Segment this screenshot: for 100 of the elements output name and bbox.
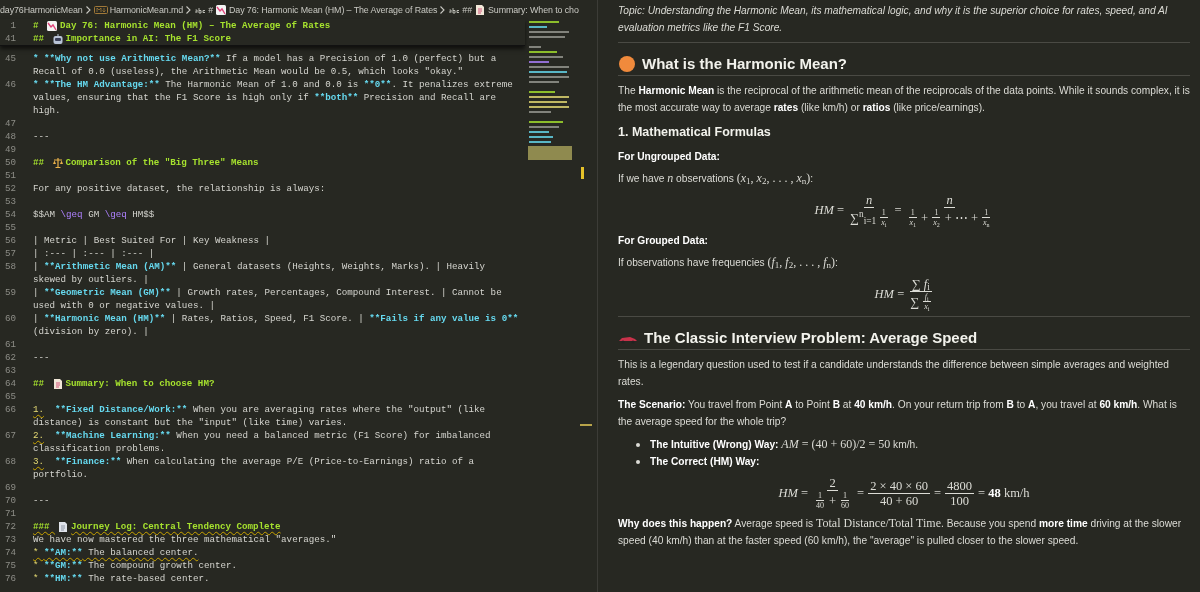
- code-text: | **Geometric Mean (GM)** | Growth rates, Percentages, Compound Interest. | Cannot be: [33, 286, 502, 299]
- markdown-file-icon: [93, 4, 108, 15]
- code-text: ---: [33, 130, 50, 143]
- code-text: 3. **Finance:** When calculating the average P/E (Price-to-Earnings) ratio of a: [33, 455, 475, 468]
- chevron-icon: [84, 4, 92, 15]
- section-heading: The Classic Interview Problem: Average Speed: [644, 328, 978, 347]
- line-number: 63: [3, 364, 16, 377]
- code-text: Importance in AI: The F1 Score: [65, 32, 231, 45]
- line-number: 76: [3, 572, 16, 585]
- line-number: 54: [3, 208, 16, 221]
- robot-icon: [51, 32, 64, 45]
- line-number: 69: [3, 481, 16, 494]
- string-symbol-icon: [194, 5, 207, 14]
- code-text: $$AM \geq GM \geq HM$$: [33, 208, 155, 221]
- code-text: 2. **Machine Learning:** When you need a balanced metric (F1 Score) for imbalanced: [33, 429, 491, 442]
- line-number: 45: [3, 52, 16, 66]
- code-text: * **AM:** The balanced center.: [33, 546, 199, 559]
- bullet-icon: [636, 459, 640, 464]
- line-number: 57: [3, 247, 16, 260]
- code-text: Recall of 0.0 (useless), the Arithmetic Mean would be 0.5, which looks "okay.": [33, 65, 464, 78]
- line-number: 41: [3, 32, 16, 45]
- scale-icon: [51, 156, 64, 169]
- code-text: Day 76: Harmonic Mean (HM) – The Average of Rates: [60, 19, 331, 32]
- line-number: 64: [3, 377, 16, 390]
- code-text: used with 0 or negative values. |: [33, 299, 215, 312]
- code-text: | **Harmonic Mean (HM)** | Rates, Ratios, Speed, F1 Score. | **Fails if any value is 0**: [33, 312, 519, 325]
- line-number: 47: [3, 117, 16, 130]
- code-text: ##: [33, 156, 46, 169]
- code-text: classification problems.: [33, 442, 166, 455]
- section-heading: What is the Harmonic Mean?: [642, 54, 848, 73]
- line-number: 62: [3, 351, 16, 364]
- line-number: 56: [3, 234, 16, 247]
- code-text: distance) is constant but the "input" (like time) varies.: [33, 416, 348, 429]
- heading-level-text: #: [208, 4, 213, 15]
- code-text: * **The HM Advantage:** The Harmonic Mean of 1.0 and 0.0 is **0**. It penalizes extreme: [33, 78, 513, 91]
- paragraph: The Scenario: You travel from Point A to Point B at 40 km/h. On your return trip from B to A, you travel at 60 km/h. What is the average speed for the whole trip?: [618, 398, 1178, 429]
- line-number: 52: [3, 182, 16, 195]
- line-number: 61: [3, 338, 16, 351]
- code-text: ##: [33, 32, 46, 45]
- bullet-icon: [636, 442, 640, 447]
- code-text: skewed by outliers. |: [33, 273, 149, 286]
- code-text: | :--- | :--- | :--- |: [33, 247, 155, 260]
- line-number: 75: [3, 559, 16, 572]
- paragraph: If observations have frequencies (f$_{1}$, f$_{2}$, . . . , f$_{n}$):: [618, 254, 839, 271]
- line-number: 71: [3, 507, 16, 520]
- list-item-text: The Intuitive (Wrong) Way: AM = (40 + 60)/2 = 50 km/h.: [650, 436, 919, 453]
- topic-text: Topic: Understanding the Harmonic Mean, its mathematical logic, and why it is the superior choice for rates, speed, and AI evaluation metrics like the F1 Score.: [618, 4, 1169, 35]
- line-number: 67: [3, 429, 16, 443]
- code-text: #: [33, 19, 40, 32]
- page-icon: [57, 520, 70, 533]
- line-number: 60: [3, 312, 16, 326]
- code-text: Journey Log: Central Tendency Complete: [71, 520, 281, 533]
- breadcrumb[interactable]: HarmonicMean.md: [109, 4, 184, 15]
- code-text: For any positive dataset, the relationship is always:: [33, 182, 326, 195]
- list-item-text: The Correct (HM) Way:: [650, 455, 760, 469]
- line-number: 59: [3, 286, 16, 300]
- code-text: ---: [33, 494, 50, 507]
- code-text: | Metric | Best Suited For | Key Weakness |: [33, 234, 271, 247]
- paragraph: This is a legendary question used to test if a candidate understands the difference between simple averages and weighted rates.: [618, 358, 1170, 389]
- chevron-icon: [439, 4, 447, 15]
- line-number: 48: [3, 130, 16, 143]
- paragraph: The Harmonic Mean is the reciprocal of the arithmetic mean of the reciprocals of the data points. While it sounds complex, it is the most accurate way to average rates (like km/h) or ratios (like price/earnings).: [618, 84, 1190, 115]
- line-number: 49: [3, 143, 16, 156]
- line-number: 1: [9, 19, 16, 32]
- breadcrumb[interactable]: day76HarmonicMean: [0, 4, 83, 15]
- line-number: 74: [3, 546, 16, 559]
- string-symbol-icon: [448, 5, 461, 14]
- paragraph: If we have n observations (x$_{1}$, x$_{2}$, . . . , x$_{n}$):: [618, 170, 815, 187]
- paragraph: Why does this happen? Average speed is Total Distance/Total Time. Because you spend more time driving at the slower speed (40 km/h) than at the faster speed (60 km/h), the "average" is pulled closer to the slower speed.: [618, 515, 1183, 548]
- breadcrumb[interactable]: Summary: When to cho: [488, 4, 579, 15]
- code-text: | **Arithmetic Mean (AM)** | General datasets (Heights, Weights, Marks). | Heavily: [33, 260, 486, 273]
- section-heading: For Ungrouped Data:: [618, 150, 721, 164]
- line-number: 55: [3, 221, 16, 234]
- chart-icon: [46, 19, 59, 32]
- line-number: 70: [3, 494, 16, 507]
- code-text: We have now mastered the three mathematical "averages.": [33, 533, 337, 546]
- code-text: * **GM:** The compound growth center.: [33, 559, 238, 572]
- line-number: 65: [3, 390, 16, 403]
- line-number: 53: [3, 195, 16, 208]
- line-number: 50: [3, 156, 16, 169]
- code-text: Summary: When to choose HM?: [65, 377, 215, 390]
- line-number: 68: [3, 455, 16, 469]
- memo-icon: [51, 377, 64, 390]
- heading-level-text: ##: [462, 4, 472, 15]
- line-number: 58: [3, 260, 16, 274]
- code-text: portfolio.: [33, 468, 89, 481]
- code-text: (division by zero). |: [33, 325, 149, 338]
- breadcrumb[interactable]: Day 76: Harmonic Mean (HM) – The Average of Rates: [229, 4, 438, 15]
- line-number: 66: [3, 403, 16, 417]
- section-heading: For Grouped Data:: [618, 234, 709, 248]
- line-number: 46: [3, 78, 16, 92]
- line-number: 51: [3, 169, 16, 182]
- code-text: * **HM:** The rate-based center.: [33, 572, 210, 585]
- code-text: ###: [33, 520, 51, 533]
- code-text: 1. **Fixed Distance/Work:** When you are averaging rates where the "output" (like: [33, 403, 486, 416]
- line-number: 72: [3, 520, 16, 533]
- chevron-icon: [185, 4, 193, 15]
- code-text: Comparison of the "Big Three" Means: [65, 156, 259, 169]
- line-number: 73: [3, 533, 16, 546]
- code-text: * **Why not use Arithmetic Mean?** If a model has a Precision of 1.0 (perfect) but a: [33, 52, 497, 65]
